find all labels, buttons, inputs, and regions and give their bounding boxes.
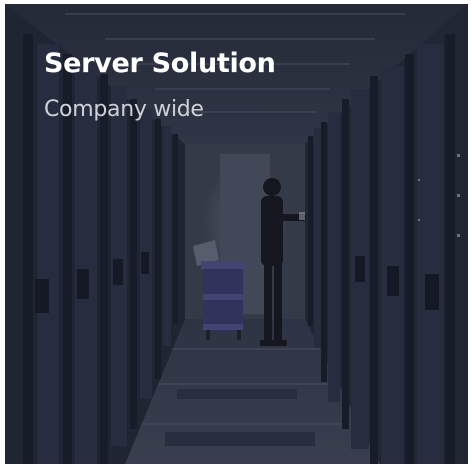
card-subtitle: Company wide <box>44 97 204 122</box>
solution-card[interactable]: Server Solution Company wide <box>5 4 468 464</box>
card-title: Server Solution <box>44 48 276 79</box>
